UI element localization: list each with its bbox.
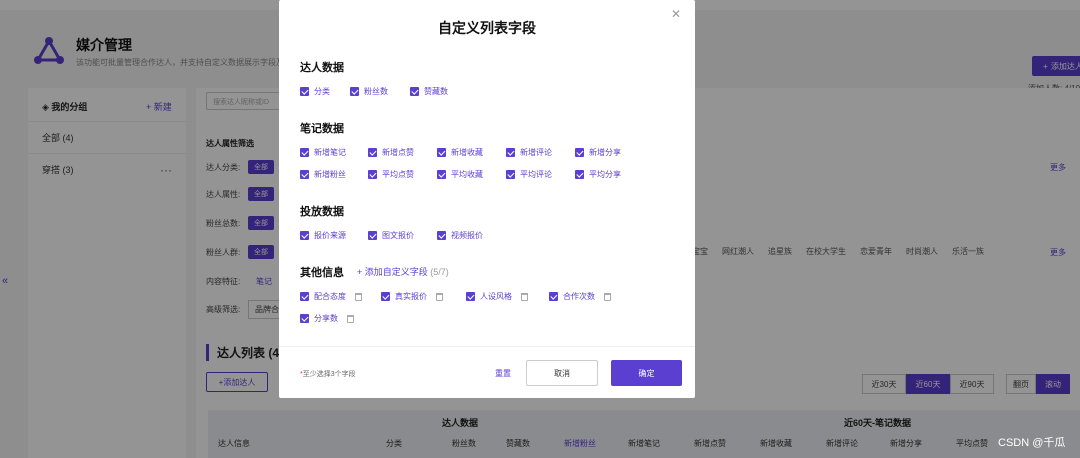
- checkbox-label: 配合态度: [314, 292, 346, 301]
- trash-icon[interactable]: [436, 292, 443, 301]
- checkbox-field[interactable]: 新增评论: [506, 147, 552, 158]
- checkbox-field[interactable]: 新增笔记: [300, 147, 346, 158]
- checkbox-icon: [437, 231, 446, 240]
- section-notes-title: 笔记数据: [300, 123, 344, 135]
- checkbox-field[interactable]: 真实报价: [381, 291, 443, 302]
- checkbox-label: 新增分享: [589, 148, 621, 157]
- checkbox-label: 真实报价: [395, 292, 427, 301]
- checkbox-field[interactable]: 粉丝数: [350, 86, 388, 97]
- checkbox-icon: [506, 148, 515, 157]
- checkbox-icon: [300, 314, 309, 323]
- checkbox-field[interactable]: 合作次数: [549, 291, 611, 302]
- section-ads-title: 投放数据: [300, 206, 344, 218]
- checkbox-label: 新增评论: [520, 148, 552, 157]
- checkbox-field[interactable]: 平均分享: [575, 169, 621, 180]
- checkbox-label: 新增笔记: [314, 148, 346, 157]
- checkbox-label: 平均收藏: [451, 170, 483, 179]
- checkbox-field[interactable]: 平均评论: [506, 169, 552, 180]
- checkbox-label: 图文报价: [382, 231, 414, 240]
- checkbox-icon: [368, 170, 377, 179]
- reset-button[interactable]: 重置: [495, 368, 511, 379]
- checkbox-field[interactable]: 平均点赞: [368, 169, 414, 180]
- checkbox-icon: [410, 87, 419, 96]
- add-custom-field-label: 添加自定义字段: [364, 267, 428, 277]
- section-talent-title: 达人数据: [300, 62, 344, 74]
- checkbox-label: 平均分享: [589, 170, 621, 179]
- checkbox-field[interactable]: 新增粉丝: [300, 169, 346, 180]
- checkbox-icon: [300, 87, 309, 96]
- checkbox-icon: [437, 170, 446, 179]
- checkbox-icon: [437, 148, 446, 157]
- section-other-title: 其他信息: [300, 267, 344, 279]
- checkbox-label: 新增点赞: [382, 148, 414, 157]
- checkbox-label: 新增收藏: [451, 148, 483, 157]
- checkbox-field[interactable]: 视频报价: [437, 230, 483, 241]
- checkbox-label: 视频报价: [451, 231, 483, 240]
- confirm-button[interactable]: 确定: [611, 360, 682, 386]
- checkbox-field[interactable]: 配合态度: [300, 291, 362, 302]
- checkbox-icon: [466, 292, 475, 301]
- checkbox-field[interactable]: 人设风格: [466, 291, 528, 302]
- checkbox-icon: [549, 292, 558, 301]
- checkbox-label: 合作次数: [563, 292, 595, 301]
- close-icon[interactable]: ✕: [671, 7, 681, 21]
- checkbox-icon: [575, 148, 584, 157]
- checkbox-icon: [368, 231, 377, 240]
- checkbox-icon: [300, 231, 309, 240]
- checkbox-field[interactable]: 报价来源: [300, 230, 346, 241]
- checkbox-icon: [381, 292, 390, 301]
- checkbox-field[interactable]: 分类: [300, 86, 330, 97]
- watermark: CSDN @千瓜: [998, 437, 1066, 449]
- min-field-hint-text: 至少选择3个字段: [302, 371, 356, 378]
- checkbox-label: 报价来源: [314, 231, 346, 240]
- checkbox-field[interactable]: 赞藏数: [410, 86, 448, 97]
- checkbox-label: 赞藏数: [424, 87, 448, 96]
- checkbox-field[interactable]: 分享数: [300, 313, 354, 324]
- custom-field-count: (5/7): [430, 267, 449, 277]
- checkbox-field[interactable]: 平均收藏: [437, 169, 483, 180]
- checkbox-label: 人设风格: [480, 292, 512, 301]
- dialog-title: 自定义列表字段: [438, 20, 536, 36]
- checkbox-field[interactable]: 新增收藏: [437, 147, 483, 158]
- trash-icon[interactable]: [604, 292, 611, 301]
- min-field-hint: *至少选择3个字段: [300, 369, 356, 379]
- add-custom-field-button[interactable]: + 添加自定义字段 (5/7): [357, 265, 449, 278]
- checkbox-field[interactable]: 新增分享: [575, 147, 621, 158]
- trash-icon[interactable]: [355, 292, 362, 301]
- trash-icon[interactable]: [347, 314, 354, 323]
- checkbox-label: 分享数: [314, 314, 338, 323]
- checkbox-label: 新增粉丝: [314, 170, 346, 179]
- checkbox-icon: [300, 292, 309, 301]
- checkbox-icon: [575, 170, 584, 179]
- checkbox-label: 平均点赞: [382, 170, 414, 179]
- checkbox-icon: [300, 148, 309, 157]
- custom-fields-dialog: 自定义列表字段 ✕ 达人数据 分类 粉丝数 赞藏数 笔记数据 新增笔记 新增点赞…: [279, 0, 695, 398]
- checkbox-label: 分类: [314, 87, 330, 96]
- checkbox-icon: [350, 87, 359, 96]
- trash-icon[interactable]: [521, 292, 528, 301]
- checkbox-icon: [506, 170, 515, 179]
- checkbox-field[interactable]: 新增点赞: [368, 147, 414, 158]
- checkbox-icon: [368, 148, 377, 157]
- checkbox-label: 平均评论: [520, 170, 552, 179]
- dialog-divider: [279, 346, 695, 347]
- checkbox-label: 粉丝数: [364, 87, 388, 96]
- checkbox-field[interactable]: 图文报价: [368, 230, 414, 241]
- checkbox-icon: [300, 170, 309, 179]
- cancel-button[interactable]: 取消: [526, 360, 598, 386]
